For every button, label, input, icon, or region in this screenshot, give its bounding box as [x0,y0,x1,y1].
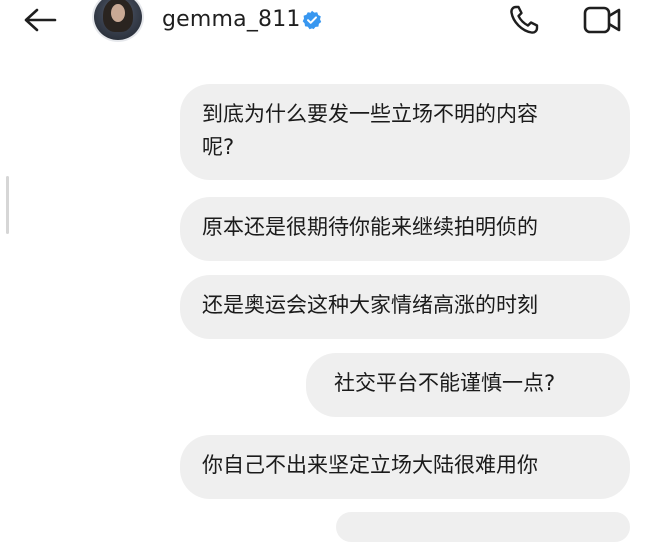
chat-header: gemma_811 [0,0,660,44]
phone-icon [510,5,539,34]
video-call-button[interactable] [576,0,630,40]
back-button[interactable] [16,2,64,38]
call-button[interactable] [500,0,548,40]
video-camera-icon [583,6,621,34]
message-bubble[interactable]: 还是奥运会这种大家情绪高涨的时刻 [180,275,630,339]
avatar[interactable] [94,0,142,40]
message-bubble[interactable]: 你自己不出来坚定立场大陆很难用你 [180,435,630,499]
arrow-left-icon [24,8,57,32]
message-bubble[interactable]: 到底为什么要发一些立场不明的内容 呢? [180,84,630,180]
username[interactable]: gemma_811 [162,4,301,36]
message-bubble-partial[interactable] [336,512,630,542]
scrollbar[interactable] [6,176,9,234]
message-bubble[interactable]: 原本还是很期待你能来继续拍明侦的 [180,197,630,261]
message-bubble[interactable]: 社交平台不能谨慎一点? [306,353,630,417]
verified-badge-icon [302,10,322,30]
